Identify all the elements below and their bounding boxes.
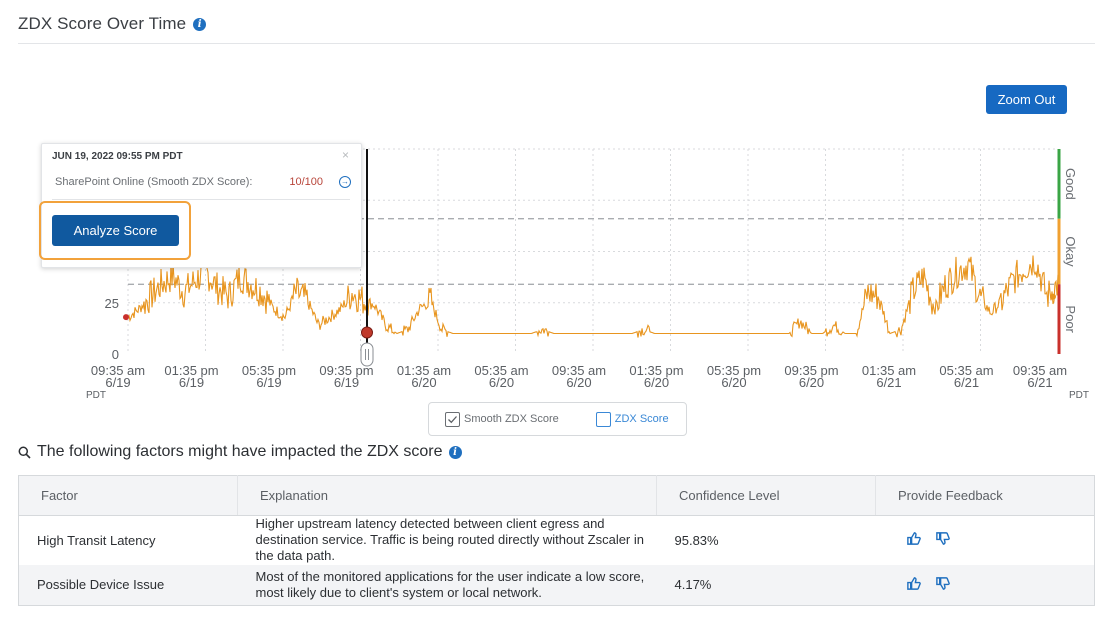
factor-explanation: Most of the monitored applications for t… [237, 564, 657, 606]
timezone-right: PDT [1069, 390, 1089, 401]
thumbs-up-icon[interactable] [906, 576, 921, 591]
legend-zdx-score[interactable]: ZDX Score [595, 411, 669, 427]
x-tick-date: 6/21 [954, 375, 979, 390]
zone-label-poor: Poor [1063, 305, 1078, 333]
tooltip-score: 10/100 [289, 176, 323, 188]
feedback-cell [875, 515, 1095, 565]
factors-title: The following factors might have impacte… [37, 443, 443, 460]
y-axis: 0 25 [105, 296, 119, 362]
analyze-score-button[interactable]: Analyze Score [52, 215, 179, 246]
arrow-right-icon[interactable]: → [339, 176, 351, 188]
table-header-row: Factor Explanation Confidence Level Prov… [18, 475, 1095, 516]
x-tick-date: 6/20 [644, 375, 669, 390]
factor-explanation: Higher upstream latency detected between… [237, 515, 657, 565]
info-icon[interactable]: i [448, 445, 462, 459]
confidence-level: 4.17% [656, 564, 876, 606]
thumbs-down-icon[interactable] [935, 576, 950, 591]
column-header: Provide Feedback [875, 475, 1095, 516]
series-start-point [123, 314, 129, 321]
column-header: Explanation [237, 475, 657, 516]
x-axis: 09:35 am6/1901:35 pm6/1905:35 pm6/1909:3… [86, 363, 1089, 401]
header-divider [18, 43, 1095, 44]
page-header: ZDX Score Over Time i [18, 12, 207, 36]
tooltip-divider [52, 199, 350, 200]
cursor-drag-handle[interactable] [360, 342, 374, 367]
x-tick-date: 6/20 [489, 375, 514, 390]
selected-point [361, 326, 373, 339]
factors-table: Factor Explanation Confidence Level Prov… [18, 475, 1095, 606]
factor-name: Possible Device Issue [18, 564, 238, 606]
x-tick-date: 6/21 [1027, 375, 1052, 390]
magnifier-icon [18, 446, 31, 459]
checkbox-checked-icon[interactable] [445, 411, 460, 427]
legend-smooth-zdx-score[interactable]: Smooth ZDX Score [445, 411, 559, 427]
page-title: ZDX Score Over Time [18, 14, 187, 33]
x-tick-date: 6/20 [411, 375, 436, 390]
zone-bar: Good Okay Poor [1057, 149, 1078, 354]
zone-label-good: Good [1063, 168, 1078, 200]
info-icon[interactable]: i [193, 17, 207, 31]
y-tick-label: 0 [112, 347, 119, 362]
zone-label-okay: Okay [1063, 236, 1078, 267]
x-tick-date: 6/20 [799, 375, 824, 390]
x-tick-date: 6/19 [256, 375, 281, 390]
thumbs-up-icon[interactable] [906, 531, 921, 546]
column-header: Factor [18, 475, 238, 516]
x-tick-date: 6/20 [566, 375, 591, 390]
x-tick-date: 6/19 [179, 375, 204, 390]
timezone-left: PDT [86, 390, 106, 401]
chart-legend: Smooth ZDX Score ZDX Score [428, 402, 687, 436]
table-row: High Transit Latency Higher upstream lat… [18, 515, 1095, 565]
legend-smooth-label: Smooth ZDX Score [464, 413, 559, 425]
x-tick-date: 6/20 [721, 375, 746, 390]
table-row: Possible Device Issue Most of the monito… [18, 564, 1095, 606]
thumbs-down-icon[interactable] [935, 531, 950, 546]
factors-header: The following factors might have impacte… [18, 442, 462, 462]
feedback-cell [875, 564, 1095, 606]
checkbox-unchecked-icon[interactable] [595, 411, 611, 427]
confidence-level: 95.83% [656, 515, 876, 565]
x-tick-date: 6/19 [105, 375, 130, 390]
zoom-out-button[interactable]: Zoom Out [986, 85, 1067, 114]
legend-zdx-label: ZDX Score [614, 413, 669, 425]
column-header: Confidence Level [656, 475, 876, 516]
series-end-point [1050, 293, 1056, 300]
x-tick-date: 6/19 [334, 375, 359, 390]
factor-name: High Transit Latency [18, 515, 238, 565]
y-tick-label: 25 [105, 296, 119, 311]
x-tick-date: 6/21 [876, 375, 901, 390]
tooltip-app-label: SharePoint Online (Smooth ZDX Score): [55, 176, 253, 188]
tooltip-date: JUN 19, 2022 09:55 PM PDT [52, 151, 183, 162]
tooltip-app-row: SharePoint Online (Smooth ZDX Score): 10… [55, 176, 351, 188]
close-icon[interactable]: × [342, 148, 349, 162]
